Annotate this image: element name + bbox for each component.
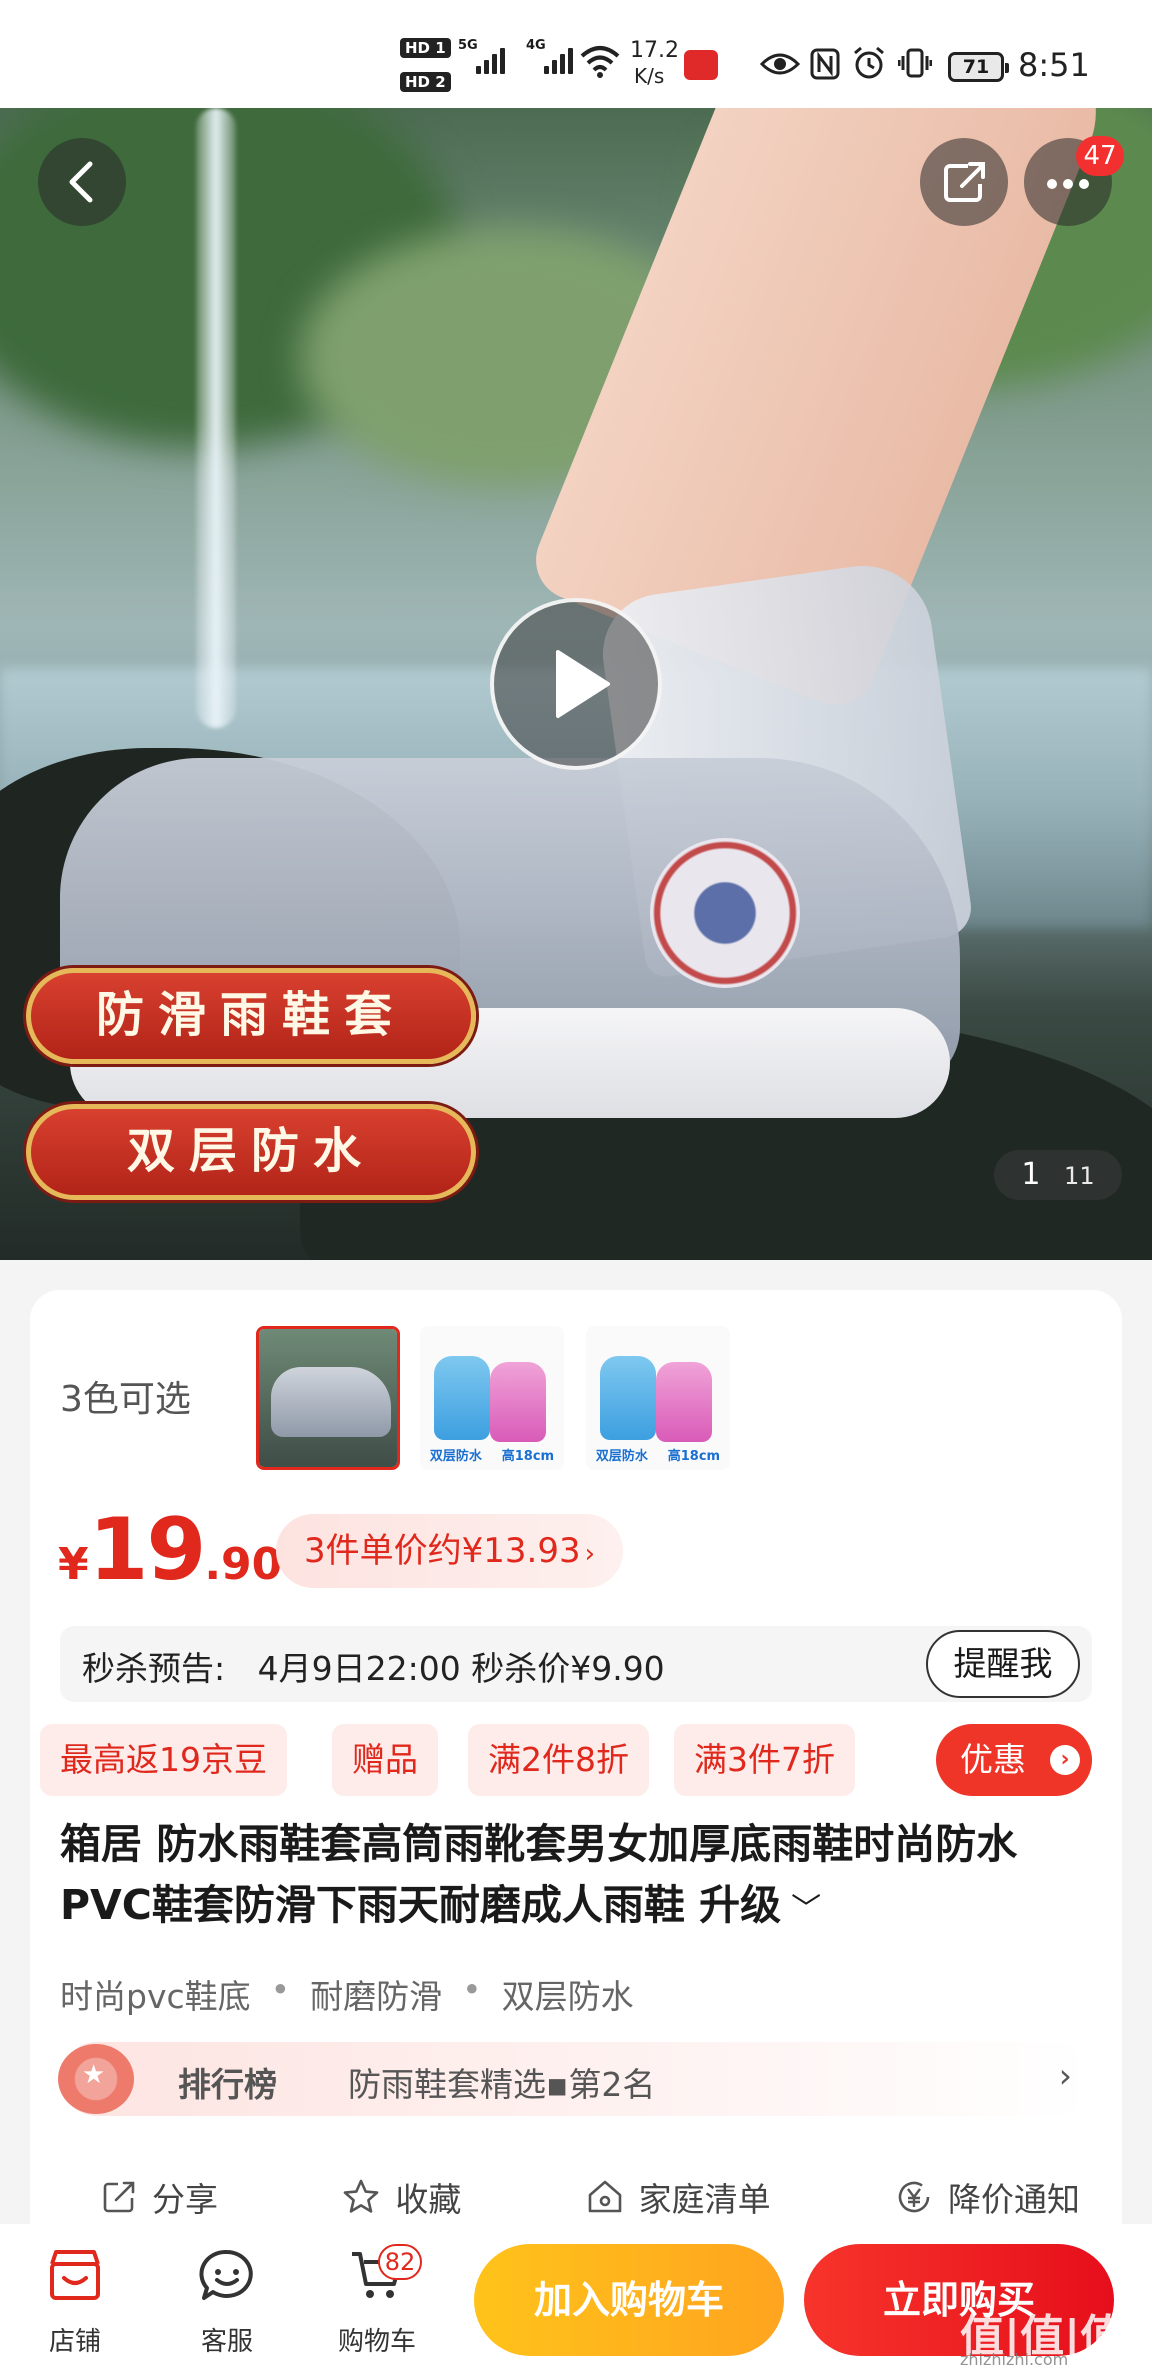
image-total: 11 [1064,1162,1095,1190]
huawei-app-icon [684,50,718,80]
feature-item: 时尚pvc鞋底 [60,1977,251,2016]
status-bar: HD 1 HD 2 5G 4G 17.2 K/s 71 8:51 [0,0,1152,108]
hd-icon: HD 2 [400,72,451,92]
flash-sale-preview: 秒杀预告: 4月9日22:00 秒杀价¥9.90 提醒我 [60,1626,1092,1702]
feature-ribbon: 双层防水 [26,1104,476,1200]
product-title[interactable]: 箱居 防水雨鞋套高筒雨靴套男女加厚底雨鞋时尚防水PVC鞋套防滑下雨天耐磨成人雨鞋… [60,1814,1100,1940]
color-thumb-gray[interactable] [256,1326,400,1470]
battery-indicator: 71 [948,52,1009,82]
chevron-down-icon: ﹀ [791,1892,822,1927]
favorite-action[interactable]: 收藏 [341,2162,461,2232]
network-speed: 17.2 [630,38,679,63]
wifi-icon [580,46,620,78]
alarm-icon [854,46,884,79]
ranking-banner[interactable]: ★ 排行榜 防雨鞋套精选▪第2名 › [58,2042,1092,2116]
store-icon [50,2250,100,2300]
multi-item-price-button[interactable]: 3件单价约¥13.93 › [276,1514,624,1588]
signal-4g-icon: 4G [526,38,573,74]
watermark-url: zhizhizhi.com [960,2350,1069,2369]
yuan-alert-icon [898,2181,930,2213]
price-alert-action[interactable]: 降价通知 [894,2162,1080,2232]
share-action[interactable]: 分享 [100,2162,218,2232]
coupon-button[interactable]: 优惠 › [936,1724,1092,1796]
arrow-right-icon: › [1050,1745,1080,1775]
feature-ribbon: 防滑雨鞋套 [26,968,476,1064]
chevron-left-icon [69,161,93,203]
share-icon [103,2181,135,2213]
signal-5g-icon: 5G [458,38,505,74]
product-info-card: 3色可选 双层防水 高18cm 双层防水 高18cm ¥19.90 3件单价约¥13… [30,1290,1122,2230]
product-image-gallery[interactable]: 47 防滑雨鞋套 双层防水 1 11 [0,108,1152,1260]
share-icon [944,162,985,202]
house-icon [588,2180,621,2213]
play-video-button[interactable] [490,598,662,770]
star-icon [344,2179,379,2213]
color-options-label[interactable]: 3色可选 [60,1370,191,1422]
ranking-label: 排行榜 [178,2065,277,2104]
chevron-right-icon: › [584,1539,596,1569]
promo-tag[interactable]: 满3件7折 [674,1724,855,1796]
medal-icon: ★ [58,2044,134,2114]
remind-me-button[interactable]: 提醒我 [926,1630,1080,1698]
feature-item: 耐磨防滑 [310,1977,443,2016]
flash-sale-text: 4月9日22:00 秒杀价¥9.90 [257,1649,665,1688]
clock: 8:51 [1018,46,1090,84]
promo-tag[interactable]: 最高返19京豆 [40,1724,287,1796]
color-thumb-pink[interactable]: 双层防水 高18cm [586,1326,730,1470]
price: ¥19.90 [58,1500,283,1600]
back-button[interactable] [38,138,126,226]
family-list-action[interactable]: 家庭清单 [585,2162,771,2232]
ranking-value: 防雨鞋套精选▪第2名 [348,2065,656,2104]
chevron-right-icon: › [1058,2056,1072,2095]
image-index: 1 [1021,1157,1041,1192]
vibrate-icon [898,48,932,78]
cart-count-badge: 82 [378,2244,422,2280]
message-count-badge: 47 [1076,136,1124,176]
customer-service-button[interactable]: 客服 [172,2248,282,2358]
promo-tag[interactable]: 满2件8折 [468,1724,649,1796]
add-to-cart-button[interactable]: 加入购物车 [474,2244,784,2356]
feature-list: 时尚pvc鞋底 • 耐磨防滑 • 双层防水 [60,1970,634,2016]
promo-tag[interactable]: 赠品 [332,1724,438,1796]
eye-icon [760,53,800,75]
color-thumb-blue[interactable]: 双层防水 高18cm [420,1326,564,1470]
nfc-icon [810,48,840,80]
chat-face-icon [199,2249,253,2300]
feature-item: 双层防水 [501,1977,634,2016]
share-button[interactable] [920,138,1008,226]
store-button[interactable]: 店铺 [20,2248,130,2358]
image-counter: 1 11 [994,1150,1122,1200]
hd-icon: HD 1 [400,38,451,58]
network-unit: K/s [634,64,665,88]
action-row: 分享 收藏 家庭清单 降价通知 [60,2162,1100,2232]
play-icon [556,650,610,718]
flash-sale-label: 秒杀预告: [82,1649,226,1688]
